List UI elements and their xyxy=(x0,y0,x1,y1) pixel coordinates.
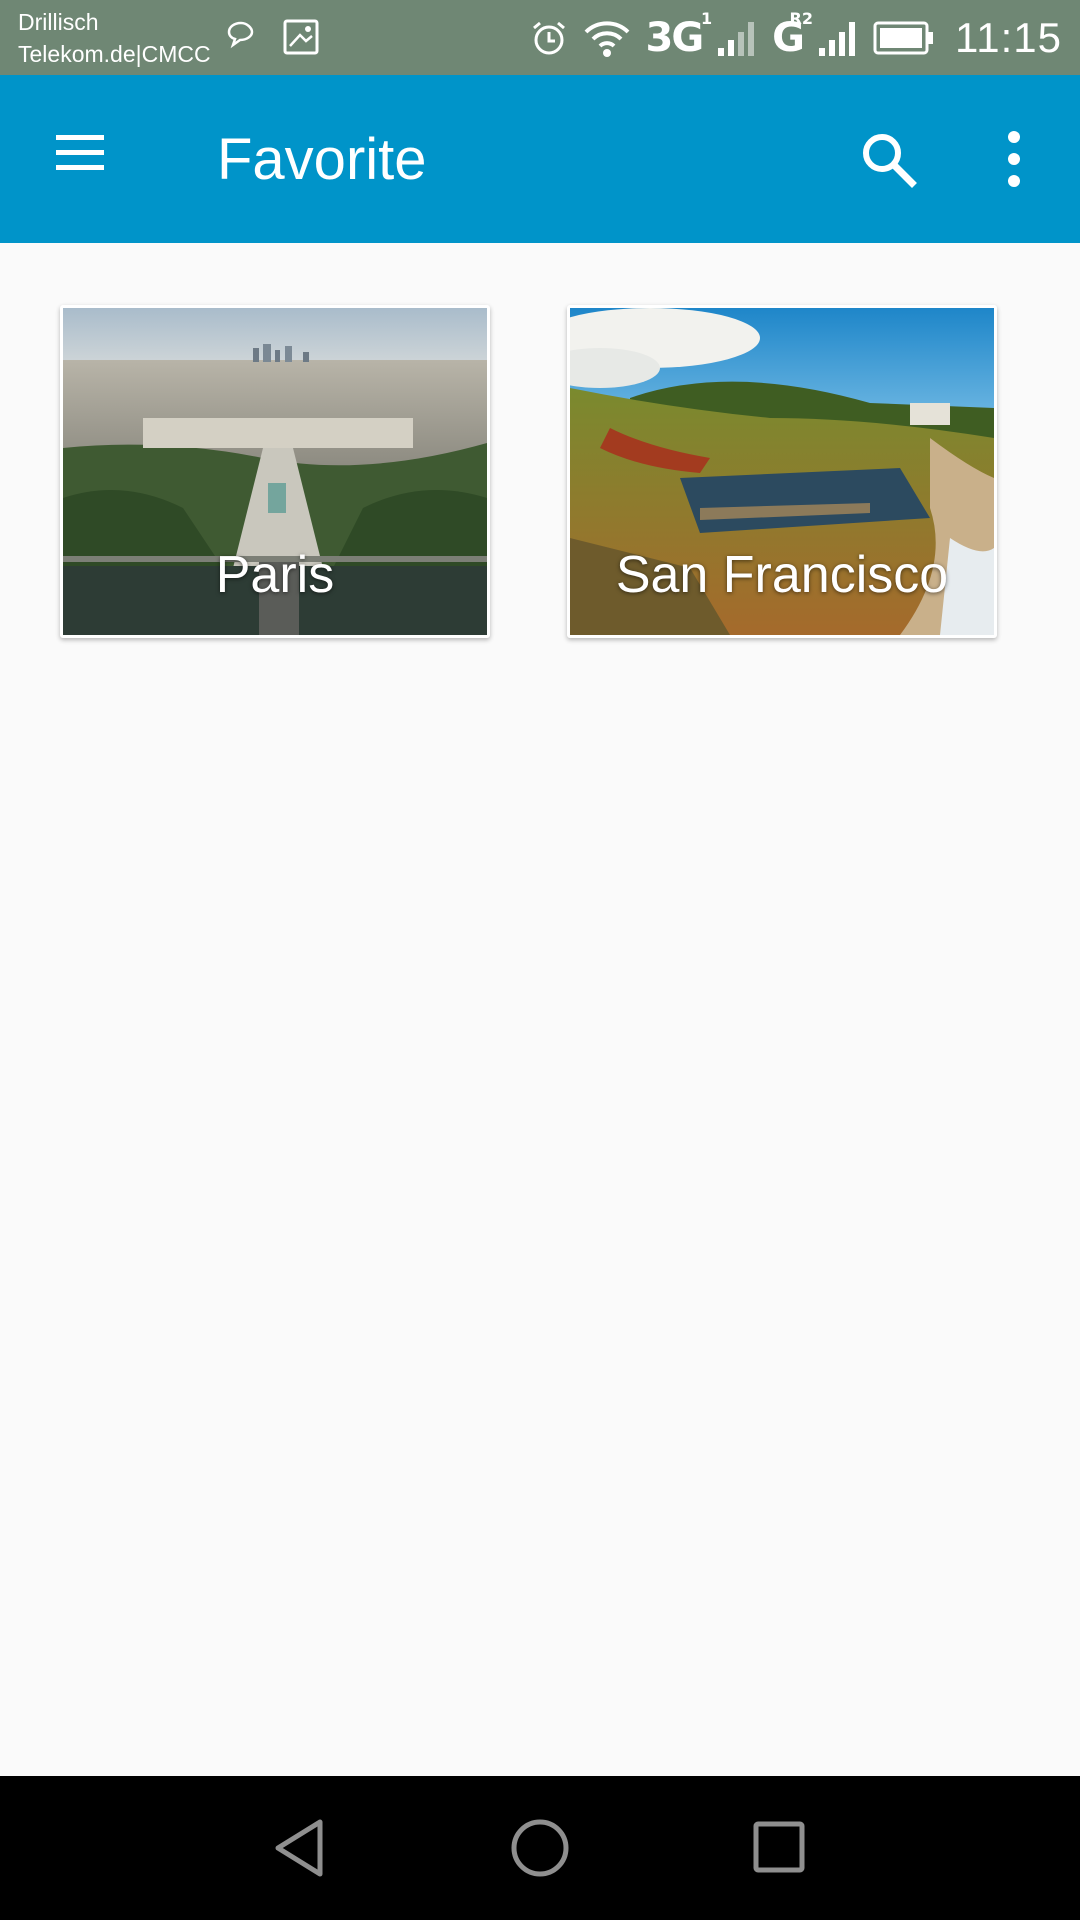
search-icon xyxy=(856,134,920,195)
signal-icon xyxy=(817,18,859,58)
more-options-button[interactable] xyxy=(996,127,1032,191)
more-vert-icon xyxy=(996,131,1032,195)
app-bar: Favorite xyxy=(0,75,1080,243)
favorite-label: San Francisco xyxy=(615,546,949,604)
home-icon xyxy=(510,1819,570,1882)
menu-icon xyxy=(48,135,108,181)
menu-button[interactable] xyxy=(48,129,120,189)
san-francisco-photo: San Francisco xyxy=(570,308,994,635)
paris-photo: Paris xyxy=(63,308,487,635)
carrier-line-1: Drillisch xyxy=(18,9,99,35)
favorite-card-paris[interactable]: Paris xyxy=(60,305,490,638)
carrier-line-2: Telekom.de|CMCC xyxy=(18,41,211,67)
recent-apps-icon xyxy=(752,1821,806,1878)
wifi-icon xyxy=(583,18,631,58)
battery-icon xyxy=(873,18,935,58)
recent-apps-button[interactable] xyxy=(752,1820,806,1874)
carrier-name: Drillisch Telekom.de|CMCC xyxy=(18,6,211,70)
network-type-2: G R2 xyxy=(772,9,813,61)
favorite-label: Paris xyxy=(215,546,335,604)
back-button[interactable] xyxy=(270,1816,330,1880)
chat-bubble-icon xyxy=(224,18,258,61)
page-title: Favorite xyxy=(217,127,427,192)
search-button[interactable] xyxy=(856,127,920,191)
navigation-bar xyxy=(0,1776,1080,1920)
favorite-card-san-francisco[interactable]: San Francisco xyxy=(567,305,997,638)
clock: 11:15 xyxy=(955,14,1062,61)
home-button[interactable] xyxy=(510,1818,570,1878)
image-icon xyxy=(282,18,320,61)
status-bar: Drillisch Telekom.de|CMCC 3G 1 G R2 11:15 xyxy=(0,0,1080,75)
network-type-1: 3G 1 xyxy=(645,9,713,61)
alarm-icon xyxy=(529,18,569,58)
signal-icon xyxy=(716,18,758,58)
back-icon xyxy=(270,1819,330,1884)
